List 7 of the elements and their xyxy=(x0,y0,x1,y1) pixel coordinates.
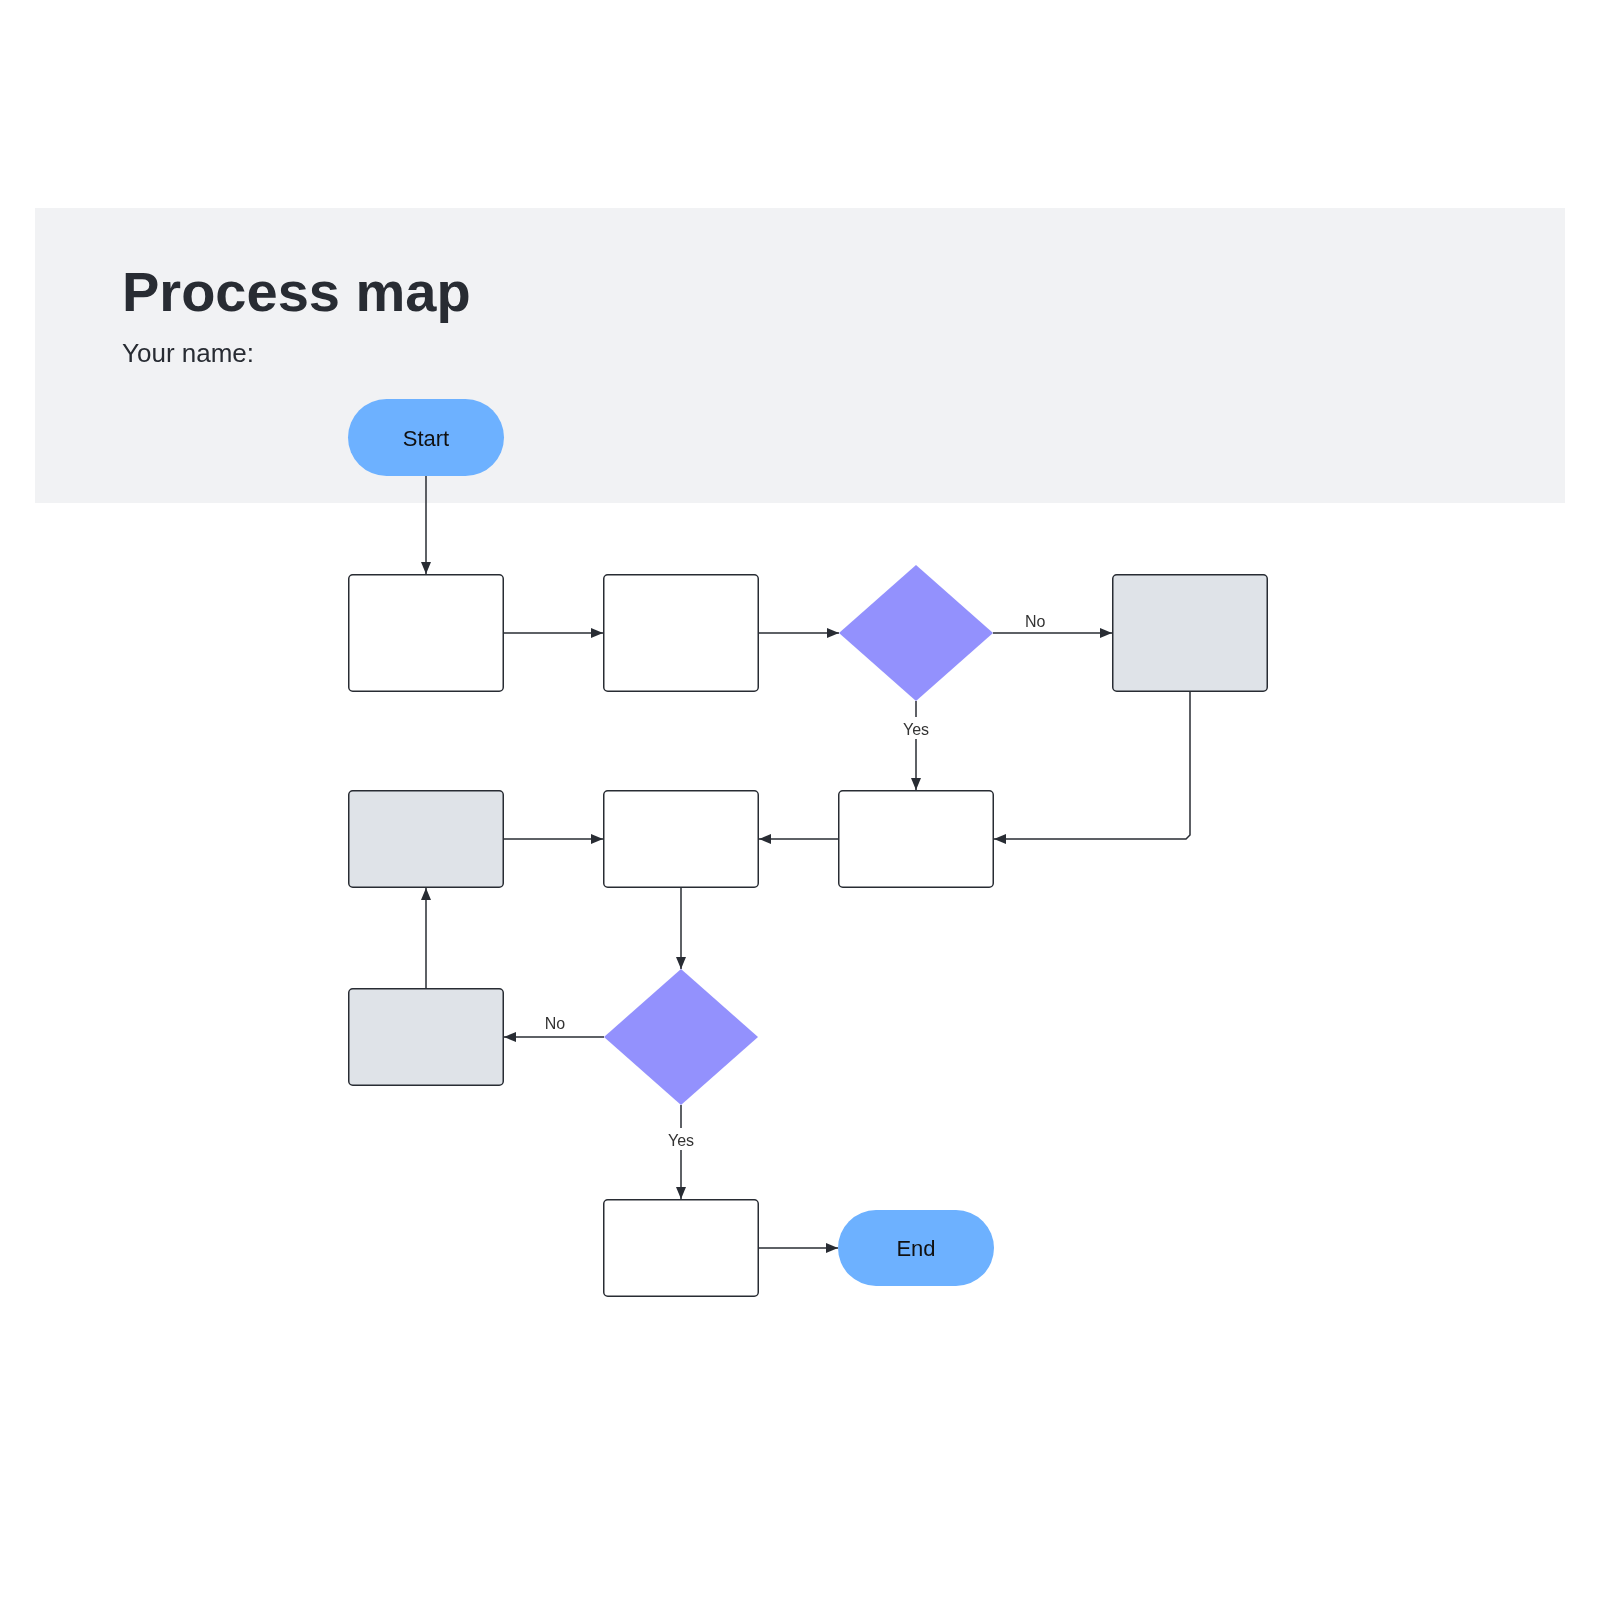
terminal-node: End xyxy=(838,1210,994,1286)
edge-label: Yes xyxy=(667,1132,695,1149)
edge-label: Yes xyxy=(902,721,930,738)
edge-label: No xyxy=(544,1015,566,1032)
edge-label: No xyxy=(1025,613,1046,630)
name-label: Your name: xyxy=(122,338,255,369)
page-title: Process map xyxy=(122,260,472,324)
